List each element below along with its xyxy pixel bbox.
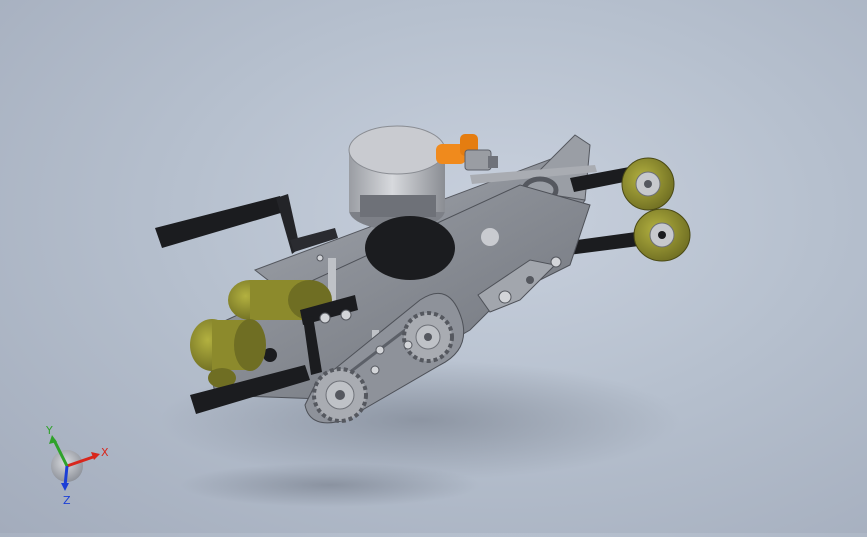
motor-body[interactable] — [348, 125, 446, 230]
coordinate-triad: X Y Z — [30, 418, 130, 508]
lower-guide-roller[interactable] — [633, 208, 691, 262]
upper-guide-roller[interactable] — [621, 157, 675, 211]
cad-viewport[interactable] — [0, 0, 867, 533]
x-axis-label: X — [101, 446, 109, 459]
cad-model-canvas[interactable] — [0, 0, 867, 533]
pneumatic-fitting[interactable] — [436, 134, 498, 171]
crank-handle[interactable] — [155, 194, 338, 254]
z-axis-label: Z — [63, 494, 71, 507]
drive-sprocket[interactable] — [312, 367, 368, 423]
driven-sprocket[interactable] — [402, 311, 454, 363]
z-axis-arrowhead — [61, 483, 69, 491]
model-shadow-secondary — [180, 463, 480, 507]
y-axis-label: Y — [45, 424, 53, 437]
